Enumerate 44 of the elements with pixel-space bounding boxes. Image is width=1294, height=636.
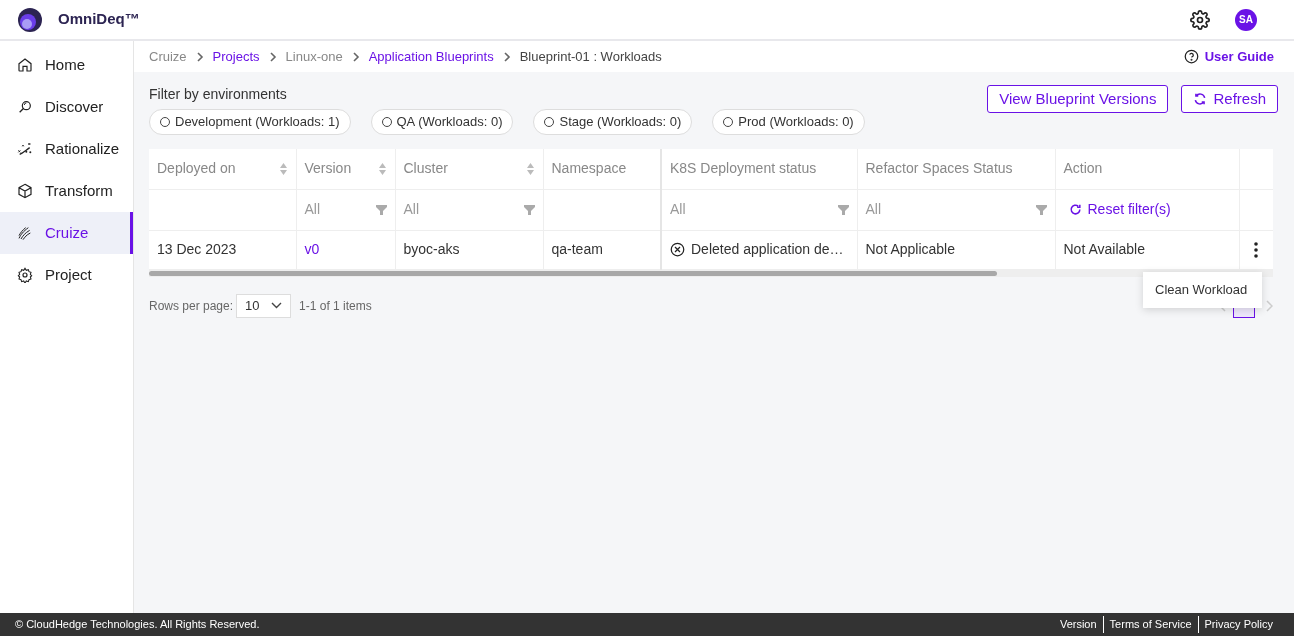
menu-item[interactable]: Clean Workload <box>1143 280 1262 300</box>
page-range: 1-1 of 1 items <box>299 297 372 315</box>
copyright-text: © CloudHedge Technologies. All Rights Reserved. <box>15 617 260 633</box>
environment-chip[interactable]: QA (Workloads: 0) <box>370 109 514 135</box>
column-header[interactable]: Version <box>296 149 395 189</box>
app-title: OmniDeq™ <box>58 9 140 30</box>
rows-per-page-select[interactable]: 10 <box>236 293 292 318</box>
sidebar-item[interactable]: Discover <box>0 86 133 128</box>
table-cell: qa-team <box>551 241 603 257</box>
view-versions-button[interactable]: View Blueprint Versions <box>987 85 1169 113</box>
sidebar-item[interactable]: Project <box>0 254 133 296</box>
column-header[interactable]: K8S Deployment status <box>661 149 857 189</box>
table-cell: Not Available <box>1063 241 1145 257</box>
breadcrumb-item: Cruize <box>149 47 187 66</box>
environment-chip[interactable]: Stage (Workloads: 0) <box>533 109 693 135</box>
breadcrumb-item: Blueprint-01 : Workloads <box>519 47 662 66</box>
refresh-button[interactable]: Refresh <box>1181 85 1278 113</box>
sidebar-item[interactable]: Cruize <box>0 212 133 254</box>
breadcrumb-link[interactable]: Projects <box>212 46 260 67</box>
sidebar-item[interactable]: Home <box>0 44 133 86</box>
sidebar-item[interactable]: Transform <box>0 170 133 212</box>
user-avatar[interactable]: SA <box>1235 8 1257 31</box>
column-header[interactable]: Deployed on <box>149 149 296 189</box>
version-number[interactable]: v0 <box>304 241 320 257</box>
column-header[interactable]: Cluster <box>395 149 543 189</box>
user-guide-link[interactable]: User Guide <box>1183 46 1274 67</box>
column-header[interactable]: Action <box>1055 149 1239 189</box>
breadcrumb-link[interactable]: Application Blueprints <box>368 46 494 67</box>
table-cell: 13 Dec 2023 <box>157 241 237 257</box>
filter-label: Filter by environments <box>149 85 288 104</box>
footer-link[interactable]: Terms of Service <box>1102 616 1198 633</box>
reset-filters-link[interactable]: Reset filter(s) <box>1068 199 1231 220</box>
table-cell: Not Applicable <box>865 241 955 257</box>
rows-per-page-label: Rows per page: <box>149 297 234 315</box>
table-cell: byoc-aks <box>403 241 460 257</box>
table-cell-text: Deleted application de… <box>691 240 844 259</box>
column-header[interactable]: Namespace <box>543 149 661 189</box>
footer-link[interactable]: Version <box>1053 616 1103 633</box>
breadcrumb-item: Linux-one <box>285 47 343 66</box>
environment-chip[interactable]: Prod (Workloads: 0) <box>712 109 865 135</box>
footer-link[interactable]: Privacy Policy <box>1197 616 1279 633</box>
environment-chip[interactable]: Development (Workloads: 1) <box>149 109 351 135</box>
column-header[interactable]: Refactor Spaces Status <box>857 149 1055 189</box>
sidebar-item[interactable]: Rationalize <box>0 128 133 170</box>
